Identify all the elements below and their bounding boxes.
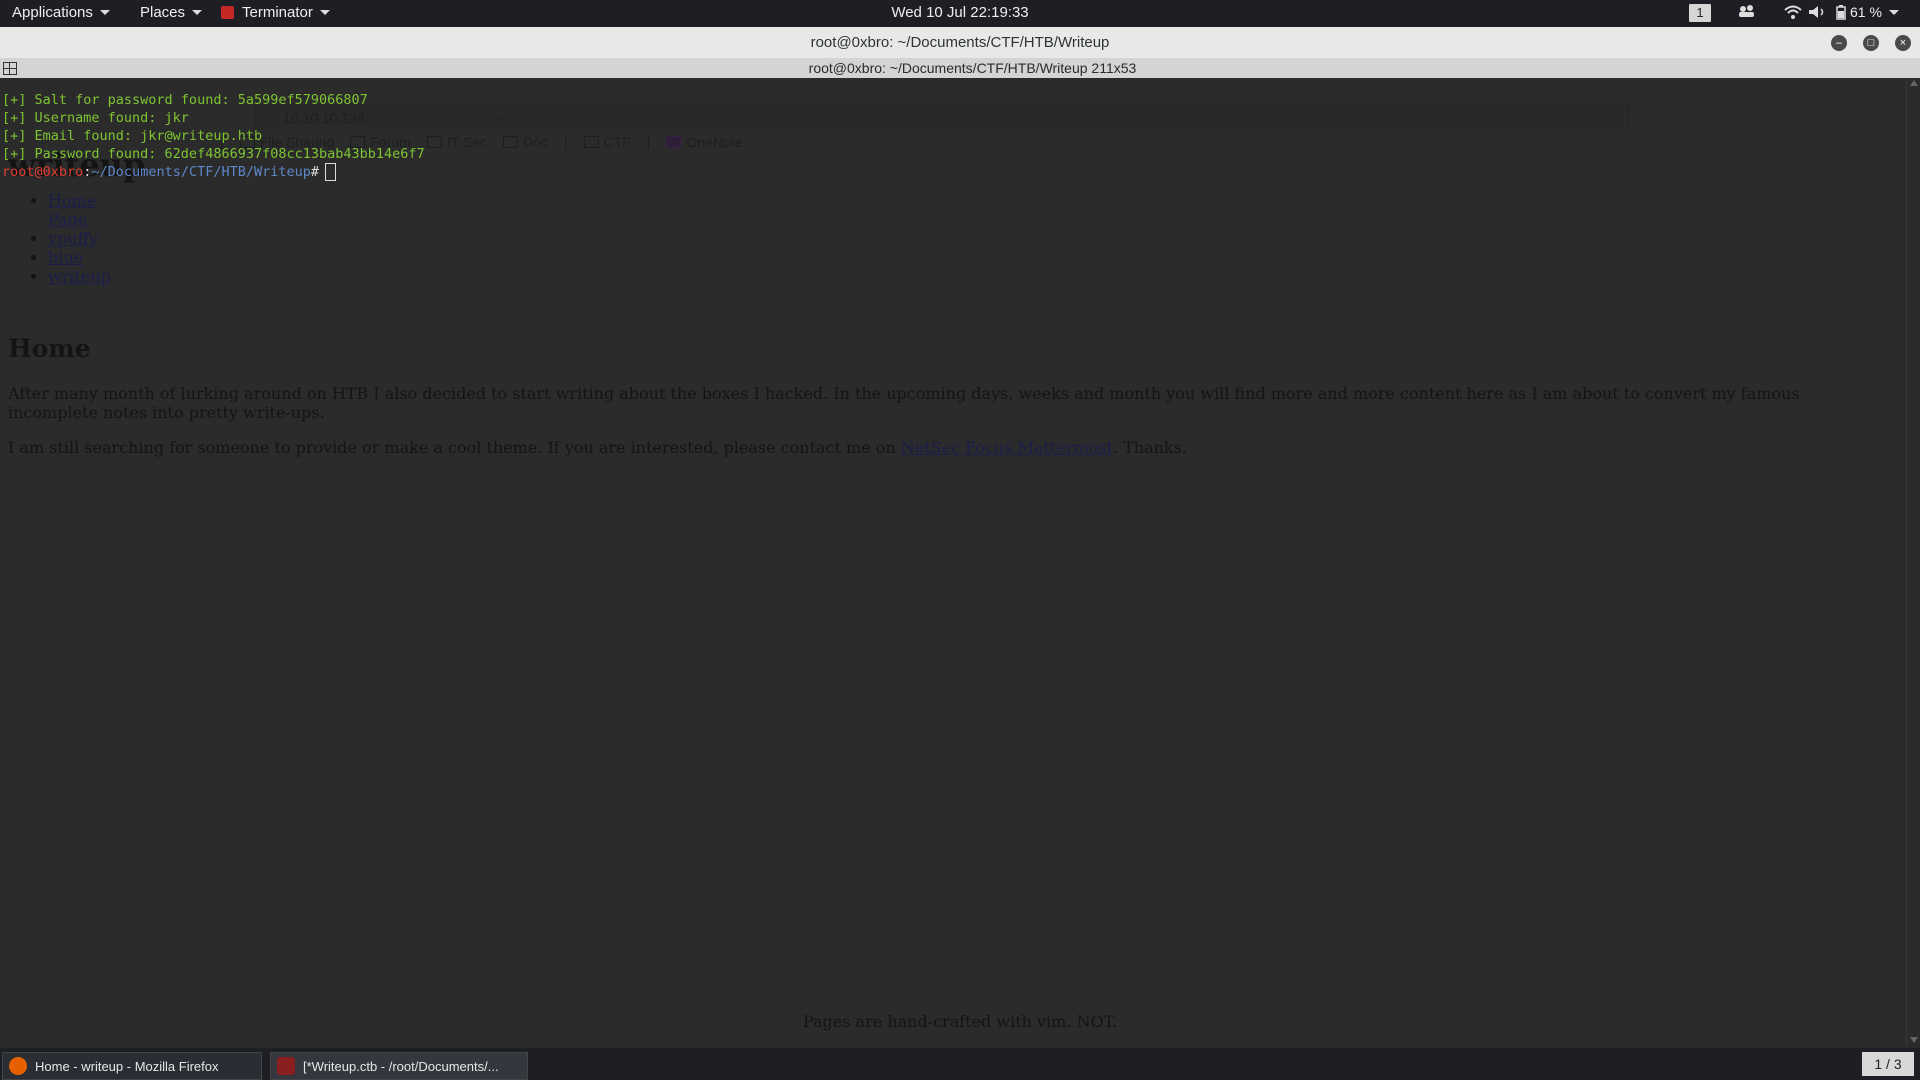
nav-link-ypuffy[interactable]: ypuffy (48, 229, 98, 248)
terminal-content[interactable]: 10.10.10.138/writeup/index.php?page= | F… (0, 78, 1906, 1045)
top-panel: Applications Places Terminator Wed 10 Ju… (0, 0, 1920, 27)
terminal-line: [+] Email found: jkr@writeup.htb (2, 128, 263, 144)
prompt-hash: # (310, 164, 320, 180)
task-label: [*Writeup.ctb - /root/Documents/... (303, 1058, 499, 1074)
task-cherrytree[interactable]: [*Writeup.ctb - /root/Documents/... (270, 1052, 528, 1080)
maximize-button[interactable]: □ (1863, 35, 1879, 51)
intro-paragraph: After many month of lurking around on HT… (8, 384, 1800, 422)
bookmark-doc: Doc (503, 134, 548, 150)
nav-link-home[interactable]: Home Page (48, 191, 96, 229)
terminal-titlebar: root@0xbro: ~/Documents/CTF/HTB/Writeup … (0, 58, 1920, 78)
applications-menu[interactable]: Applications (12, 4, 110, 21)
terminal-line: [+] Password found: 62def4866937f08cc13b… (2, 146, 425, 162)
nav-link-writeup[interactable]: writeup (48, 267, 111, 286)
scroll-up-icon[interactable] (1910, 80, 1918, 86)
terminal-title: root@0xbro: ~/Documents/CTF/HTB/Writeup … (808, 60, 1137, 76)
terminator-app-icon (221, 6, 234, 19)
window-title: root@0xbro: ~/Documents/CTF/HTB/Writeup (810, 34, 1110, 51)
bookmark-onenote: OneNote (666, 134, 742, 150)
bookmark-label: Doc (523, 134, 548, 150)
nav-link-blue[interactable]: blue (48, 248, 83, 267)
page-footer: Pages are hand-crafted with vim. NOT. (802, 1012, 1118, 1031)
ghost-url-bar: 10.10.10.138/writeup/index.php?page= (254, 104, 1630, 134)
network-applet[interactable] (1738, 4, 1756, 18)
bookmark-ctf: CTF (583, 134, 631, 150)
chevron-down-icon (1888, 9, 1899, 15)
bookmark-label: OneNote (686, 134, 743, 150)
people-icon (1739, 5, 1754, 17)
cherrytree-icon (277, 1057, 295, 1075)
chevron-down-icon (99, 10, 110, 15)
prompt-user: root@0xbro (2, 164, 84, 180)
terminal-prompt[interactable]: root@0xbro:~/Documents/CTF/HTB/Writeup# (2, 163, 425, 181)
applications-label: Applications (12, 4, 93, 21)
task-firefox[interactable]: Home - writeup - Mozilla Firefox (2, 1052, 262, 1080)
terminator-label: Terminator (242, 4, 313, 21)
folder-icon (426, 136, 442, 148)
places-label: Places (140, 4, 186, 21)
page-heading: Home (8, 334, 91, 363)
bottom-taskbar: Home - writeup - Mozilla Firefox [*Write… (0, 1048, 1920, 1080)
terminal-line: [+] Salt for password found: 5a599ef5790… (2, 92, 368, 108)
terminator-menu[interactable]: Terminator (221, 4, 330, 21)
battery-icon (1836, 4, 1846, 20)
volume-icon (1809, 6, 1824, 18)
contact-text: I am still searching for someone to prov… (8, 438, 901, 457)
folder-icon (583, 136, 599, 148)
terminal-line: [+] Username found: jkr (2, 110, 189, 126)
bookmark-label: CTF (603, 134, 631, 150)
prompt-path: ~/Documents/CTF/HTB/Writeup (91, 164, 311, 180)
firefox-icon (9, 1057, 27, 1075)
chevron-down-icon (319, 10, 330, 15)
places-menu[interactable]: Places (140, 4, 203, 21)
nav-item-ypuffy: ypuffy (48, 229, 111, 248)
terminal-output[interactable]: [+] Salt for password found: 5a599ef5790… (2, 91, 425, 181)
close-button[interactable]: × (1895, 35, 1911, 51)
workspace-pager[interactable]: 1 / 3 (1862, 1052, 1914, 1076)
battery-percent: 61 % (1850, 4, 1882, 20)
workspace-indicator[interactable]: 1 (1689, 4, 1711, 22)
window-titlebar[interactable]: root@0xbro: ~/Documents/CTF/HTB/Writeup … (0, 27, 1920, 59)
contact-text-end: . Thanks. (1112, 438, 1187, 457)
site-nav: Home Page ypuffy blue writeup (22, 191, 111, 286)
folder-icon (503, 136, 518, 148)
terminal-cursor (325, 163, 337, 181)
task-label: Home - writeup - Mozilla Firefox (35, 1058, 219, 1074)
bookmark-label: IT Sec (446, 134, 487, 150)
contact-paragraph: I am still searching for someone to prov… (8, 438, 1888, 457)
mattermost-link[interactable]: NetSec Focus Mattermost (901, 438, 1113, 457)
system-tray[interactable]: 61 % (1784, 4, 1899, 20)
nav-item-writeup: writeup (48, 267, 111, 286)
wifi-icon (1784, 5, 1802, 19)
terminal-scrollbar[interactable] (1906, 78, 1920, 1045)
scroll-down-icon[interactable] (1910, 1037, 1918, 1043)
onenote-icon (666, 136, 682, 148)
minimize-button[interactable]: – (1831, 35, 1847, 51)
bookmark-it-sec: IT Sec (426, 134, 487, 150)
chevron-down-icon (192, 10, 203, 15)
nav-item-blue: blue (48, 248, 111, 267)
nav-item-home: Home Page (48, 191, 111, 229)
